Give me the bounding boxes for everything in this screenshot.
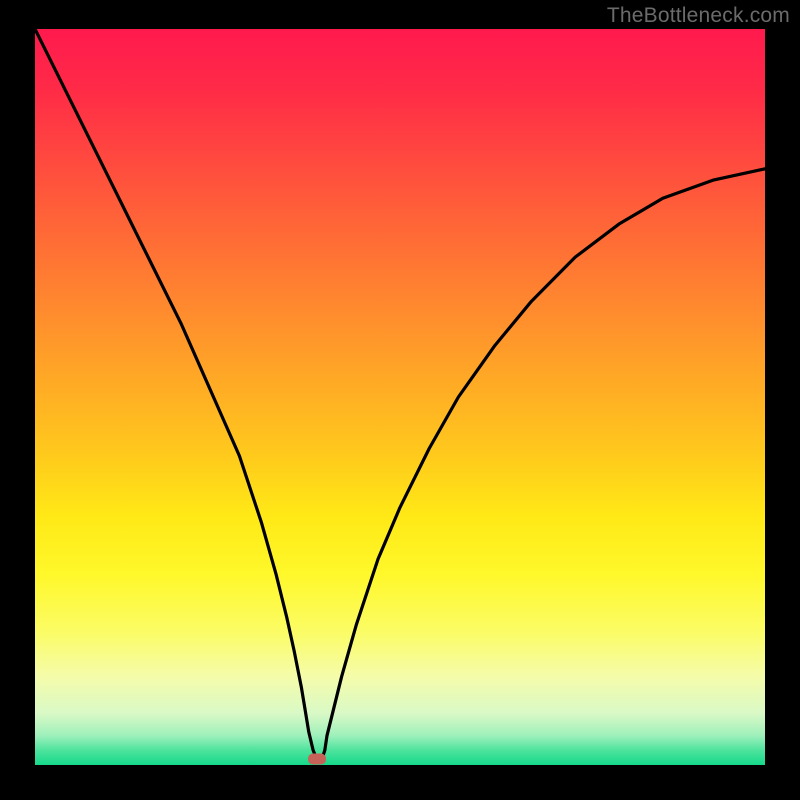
watermark-text: TheBottleneck.com (607, 4, 790, 28)
plot-area (35, 29, 765, 765)
chart-frame: TheBottleneck.com (0, 0, 800, 800)
bottleneck-curve (35, 29, 765, 765)
curve-minimum-marker (308, 754, 326, 765)
